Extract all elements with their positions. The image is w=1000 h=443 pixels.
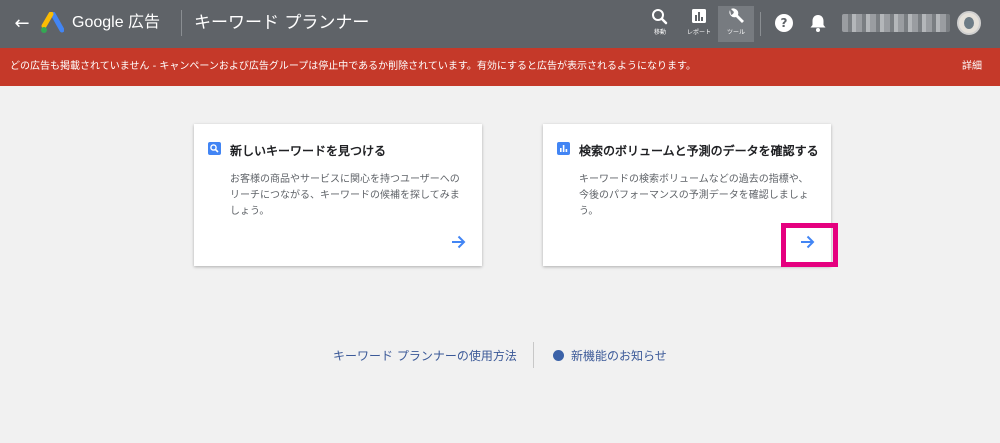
account-name[interactable]	[842, 14, 950, 32]
highlight-box	[781, 223, 838, 267]
tool-reports-button[interactable]: レポート	[681, 6, 717, 42]
whats-new-link[interactable]: 新機能のお知らせ	[571, 348, 667, 364]
tool-reports-label: レポート	[686, 29, 711, 36]
announcement-icon	[553, 350, 564, 361]
avatar[interactable]	[957, 11, 981, 35]
top-app-bar: ← Google 広告 キーワード プランナー 移動 レポート ツール ?	[0, 0, 1000, 48]
tool-navigate-label: 移動	[653, 29, 666, 36]
tool-tools-button[interactable]: ツール	[718, 6, 754, 42]
search-icon	[652, 9, 668, 25]
find-keywords-card[interactable]: 新しいキーワードを見つける お客様の商品やサービスに関心を持つユーザーへのリーチ…	[194, 124, 482, 266]
page-title: キーワード プランナー	[194, 13, 370, 33]
tool-navigate-button[interactable]: 移動	[642, 6, 678, 42]
alert-message: どの広告も掲載されていません - キャンペーンおよび広告グループは停止中であるか…	[10, 61, 696, 72]
brand-name[interactable]: Google 広告	[72, 13, 160, 33]
alert-banner: どの広告も掲載されていません - キャンペーンおよび広告グループは停止中であるか…	[0, 48, 1000, 86]
bar-chart-icon	[557, 142, 570, 155]
footer-links: キーワード プランナーの使用方法 新機能のお知らせ	[0, 340, 1000, 370]
search-icon	[208, 142, 221, 155]
title-divider	[181, 10, 182, 36]
card-description: キーワードの検索ボリュームなどの過去の指標や、今後のパフォーマンスの予測データを…	[579, 174, 809, 217]
wrench-icon	[729, 8, 744, 23]
arrow-right-icon[interactable]	[450, 234, 466, 250]
reports-icon	[692, 9, 706, 23]
google-ads-logo-icon	[41, 12, 64, 33]
toolbar-divider	[760, 12, 761, 36]
card-description: お客様の商品やサービスに関心を持つユーザーへのリーチにつながる、キーワードの候補…	[230, 174, 460, 217]
notifications-bell-icon[interactable]	[808, 12, 828, 34]
help-icon[interactable]: ?	[775, 14, 793, 32]
card-title: 新しいキーワードを見つける	[230, 144, 387, 158]
alert-details-link[interactable]: 詳細	[962, 60, 982, 74]
footer-divider	[533, 342, 534, 368]
tool-tools-label: ツール	[726, 29, 745, 36]
how-to-use-link[interactable]: キーワード プランナーの使用方法	[333, 348, 517, 364]
back-arrow-icon[interactable]: ←	[10, 12, 34, 36]
card-title: 検索のボリュームと予測のデータを確認する	[579, 144, 819, 158]
